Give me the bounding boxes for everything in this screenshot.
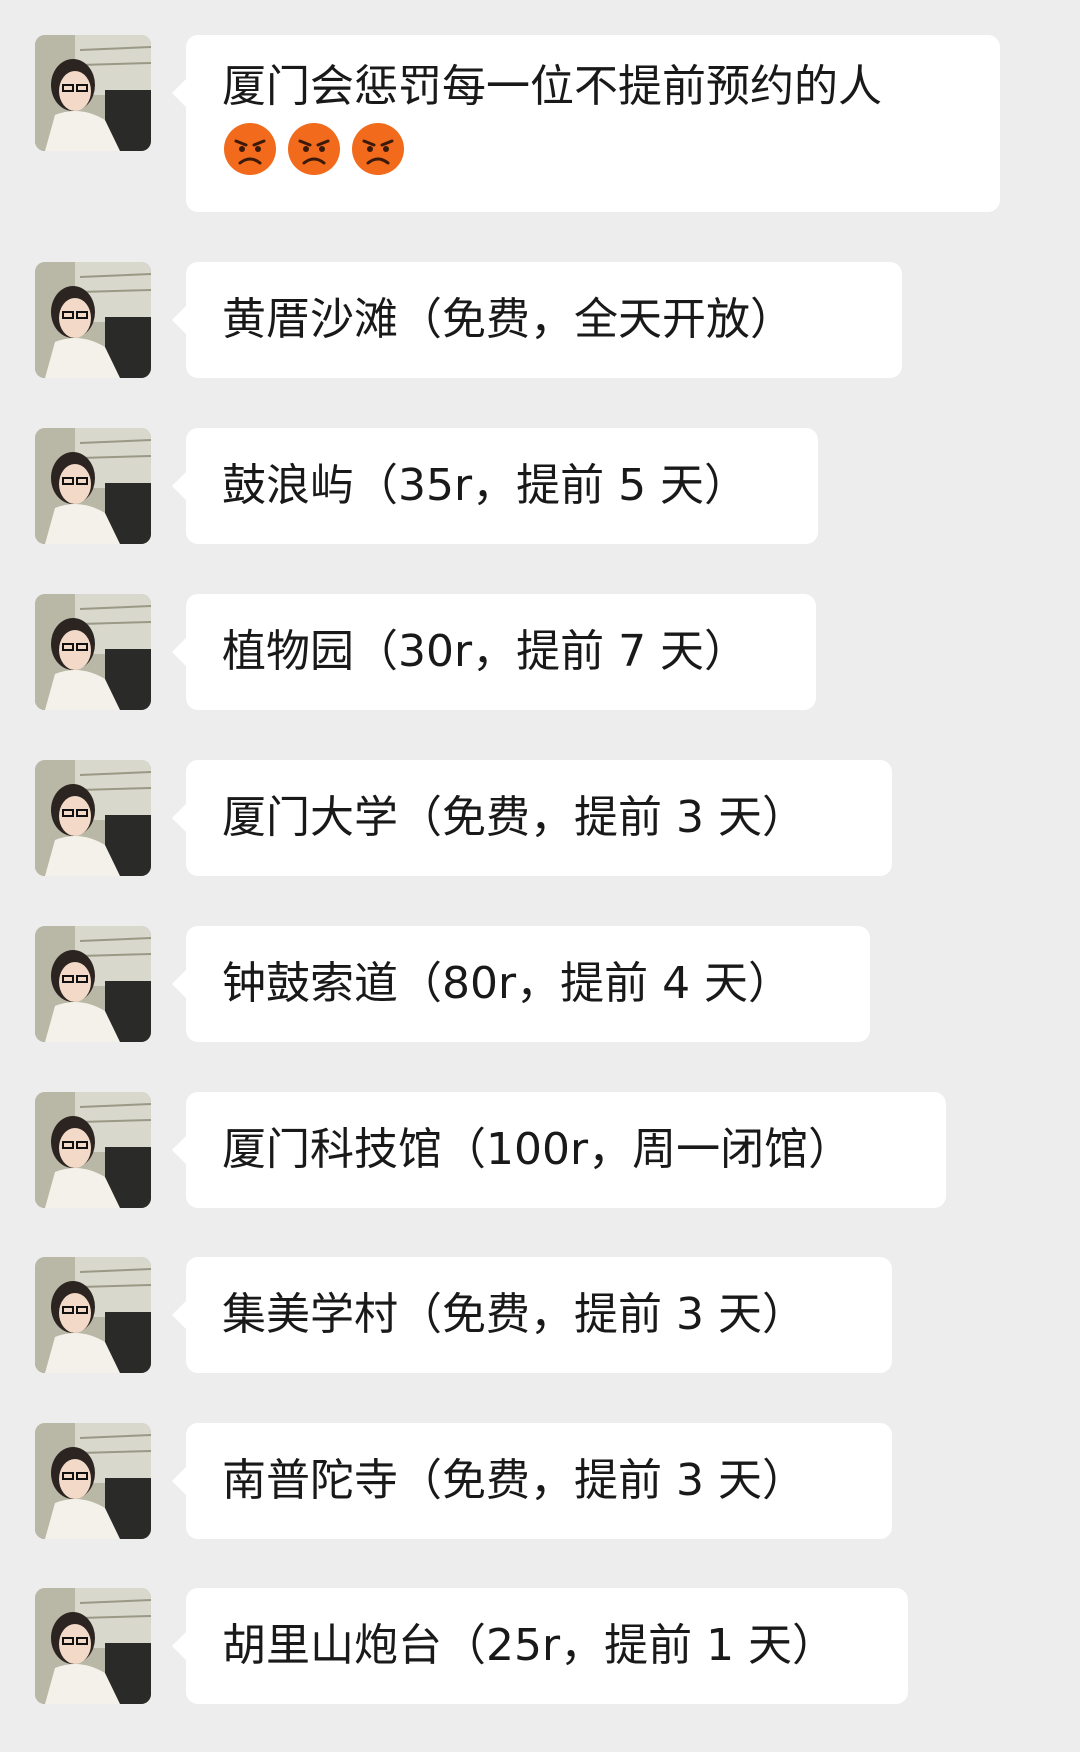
message-text: 植物园（30r，提前 7 天）: [222, 626, 749, 677]
message-bubble[interactable]: 南普陀寺（免费，提前 3 天）: [172, 1423, 892, 1539]
message-text: 厦门科技馆（100r，周一闭馆）: [222, 1124, 853, 1175]
message-bubble[interactable]: 厦门会惩罚每一位不提前预约的人: [172, 35, 1000, 212]
avatar[interactable]: [35, 1423, 151, 1539]
message-text: 集美学村（免费，提前 3 天）: [222, 1289, 806, 1340]
message-bubble[interactable]: 集美学村（免费，提前 3 天）: [172, 1257, 892, 1373]
message-bubble[interactable]: 黄厝沙滩（免费，全天开放）: [172, 262, 902, 378]
avatar[interactable]: [35, 760, 151, 876]
angry-face-icon: [224, 123, 276, 175]
message-text: 胡里山炮台（25r，提前 1 天）: [222, 1620, 837, 1671]
message-bubble[interactable]: 钟鼓索道（80r，提前 4 天）: [172, 926, 870, 1042]
message-text: 厦门会惩罚每一位不提前预约的人: [222, 61, 882, 112]
message-bubble[interactable]: 厦门大学（免费，提前 3 天）: [172, 760, 892, 876]
avatar[interactable]: [35, 926, 151, 1042]
avatar[interactable]: [35, 1588, 151, 1704]
message-text: 黄厝沙滩（免费，全天开放）: [222, 294, 794, 345]
avatar[interactable]: [35, 35, 151, 151]
angry-face-icon: [288, 123, 340, 175]
avatar[interactable]: [35, 1257, 151, 1373]
message-bubble[interactable]: 鼓浪屿（35r，提前 5 天）: [172, 428, 818, 544]
message-bubble[interactable]: 植物园（30r，提前 7 天）: [172, 594, 816, 710]
message-bubble[interactable]: 厦门科技馆（100r，周一闭馆）: [172, 1092, 946, 1208]
avatar[interactable]: [35, 262, 151, 378]
emoji-row: [222, 121, 964, 177]
message-text: 南普陀寺（免费，提前 3 天）: [222, 1455, 806, 1506]
message-text: 钟鼓索道（80r，提前 4 天）: [222, 958, 793, 1009]
avatar[interactable]: [35, 1092, 151, 1208]
angry-face-icon: [352, 123, 404, 175]
message-bubble[interactable]: 胡里山炮台（25r，提前 1 天）: [172, 1588, 908, 1704]
avatar[interactable]: [35, 428, 151, 544]
chat-window: 厦门会惩罚每一位不提前预约的人 黄厝沙滩（免费，全天开放） 鼓浪屿（35r，提前…: [0, 0, 1080, 1752]
message-text: 厦门大学（免费，提前 3 天）: [222, 792, 806, 843]
avatar[interactable]: [35, 594, 151, 710]
message-text: 鼓浪屿（35r，提前 5 天）: [222, 460, 749, 511]
